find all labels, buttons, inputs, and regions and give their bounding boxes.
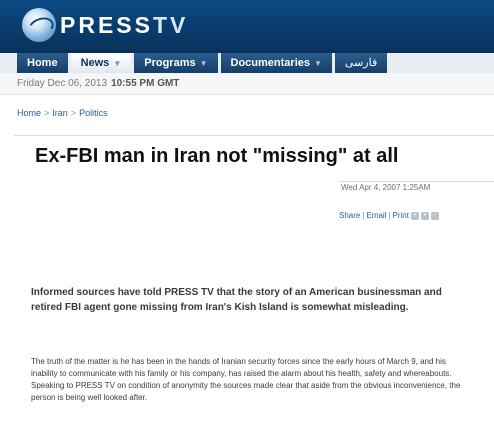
divider <box>14 135 494 136</box>
globe-icon <box>22 8 56 42</box>
separator: | <box>388 211 391 220</box>
nav-programs-label: Programs <box>144 56 196 69</box>
nav-news[interactable]: News ▼ <box>70 53 132 73</box>
breadcrumb-politics[interactable]: Politics <box>79 108 108 118</box>
nav-farsi-label: فارسی <box>344 56 378 69</box>
dateline-bar: Friday Dec 06, 2013 10:55 PM GMT <box>0 73 494 95</box>
breadcrumb: Home > Iran > Politics <box>17 108 108 118</box>
email-link[interactable]: Email <box>366 211 386 220</box>
site-header: PRESSTV <box>0 0 494 53</box>
presstv-logo[interactable]: PRESSTV <box>22 8 188 42</box>
current-date: Friday Dec 06, 2013 <box>17 78 108 89</box>
nav-farsi[interactable]: فارسی <box>334 53 388 73</box>
chevron-down-icon: ▼ <box>199 58 208 68</box>
article-lead: Informed sources have told PRESS TV that… <box>31 287 442 313</box>
publish-date: Wed Apr 4, 2007 1:25AM <box>341 183 431 192</box>
nav-home-label: Home <box>27 56 58 69</box>
dot-icon[interactable]: • <box>420 211 429 220</box>
nav-news-label: News <box>80 56 110 69</box>
main-nav: Home News ▼ Programs ▼ Documentaries ▼ ف… <box>0 53 494 73</box>
dateline: Friday Dec 06, 2013 10:55 PM GMT <box>17 78 179 89</box>
logo-tv: TV <box>152 11 189 38</box>
current-time: 10:55 PM GMT <box>111 78 180 89</box>
nav-documentaries-label: Documentaries <box>230 56 310 69</box>
breadcrumb-home[interactable]: Home <box>17 108 41 118</box>
plus-icon[interactable]: + <box>410 211 419 220</box>
divider <box>339 181 494 182</box>
nav-home[interactable]: Home <box>17 53 68 73</box>
share-toolbar: Share | Email | Print + • − <box>339 211 439 220</box>
print-link[interactable]: Print <box>393 211 409 220</box>
share-link[interactable]: Share <box>339 211 360 220</box>
nav-programs[interactable]: Programs ▼ <box>134 53 218 73</box>
article-body: The truth of the matter is he has been i… <box>31 357 461 402</box>
nav-documentaries[interactable]: Documentaries ▼ <box>220 53 332 73</box>
minus-icon[interactable]: − <box>430 211 439 220</box>
separator: | <box>362 211 365 220</box>
logo-press: PRESS <box>60 11 153 38</box>
chevron-down-icon: ▼ <box>314 58 322 68</box>
breadcrumb-iran[interactable]: Iran <box>52 108 68 118</box>
logo-wordmark: PRESSTV <box>60 12 188 39</box>
chevron-down-icon: ▼ <box>113 58 122 68</box>
breadcrumb-separator: > <box>44 108 50 118</box>
breadcrumb-separator: > <box>70 108 77 118</box>
article-title: Ex-FBI man in Iran not "missing" at all <box>35 145 399 167</box>
